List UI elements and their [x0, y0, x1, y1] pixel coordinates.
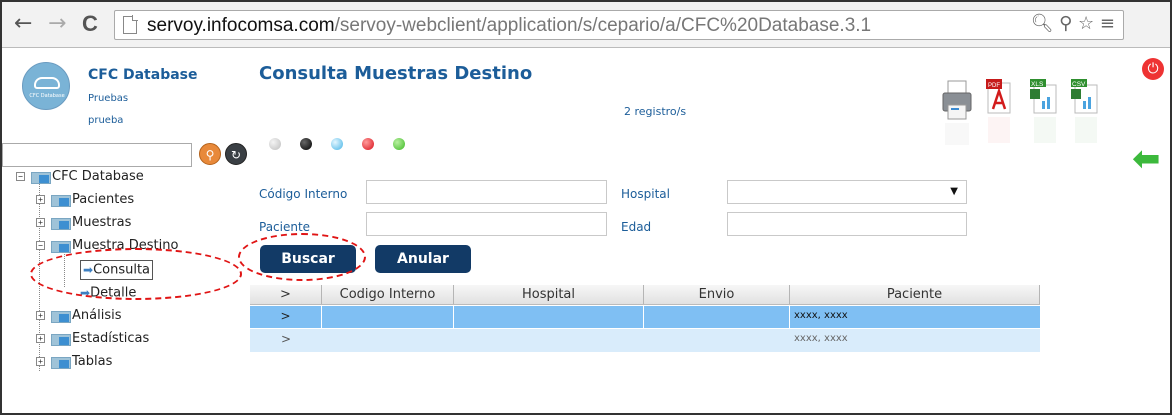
edad-input[interactable]: [727, 212, 967, 236]
cancel-button[interactable]: Anular: [375, 245, 471, 273]
page-title: Consulta Muestras Destino: [259, 63, 533, 84]
hospital-select[interactable]: ▼: [727, 180, 967, 204]
table-row[interactable]: > xxxx, xxxx: [250, 329, 1040, 352]
row-selector[interactable]: >: [250, 329, 322, 352]
dropdown-arrow-icon: ▼: [950, 186, 958, 197]
tree-item-label: Muestras: [72, 215, 132, 230]
sidebar-search-input[interactable]: [2, 143, 192, 167]
green-dot-icon[interactable]: [393, 138, 405, 150]
xls-label: XLS: [1031, 81, 1044, 88]
paciente-input[interactable]: [366, 212, 607, 236]
tree-item-analisis[interactable]: + Análisis: [36, 306, 121, 326]
refresh-button[interactable]: ↻: [225, 143, 247, 165]
xls-icon[interactable]: XLS: [1028, 77, 1060, 149]
omnibox-icons[interactable]: 🔍︎ ⚲ ☆ ≡: [1031, 13, 1115, 34]
logo-text: CFC Database: [29, 93, 65, 99]
codigo-interno-label: Código Interno: [259, 187, 348, 201]
search-icon: ⚲: [205, 148, 215, 162]
record-count: 2 registro/s: [624, 105, 687, 118]
tree-item-label: Tablas: [72, 354, 113, 369]
app-title: CFC Database: [88, 67, 198, 83]
annotation-ellipse-buscar: [238, 233, 366, 281]
app-subtitle-2: prueba: [88, 115, 124, 126]
edad-label: Edad: [621, 220, 652, 234]
column-header-envio[interactable]: Envio: [644, 285, 790, 304]
blue-dot-icon[interactable]: [331, 138, 343, 150]
table-row[interactable]: > xxxx, xxxx: [250, 306, 1040, 328]
tree-item-pacientes[interactable]: + Pacientes: [36, 190, 134, 210]
page-icon: [123, 15, 138, 34]
cell-codigo: [322, 306, 454, 328]
collapse-icon[interactable]: −: [36, 241, 45, 250]
power-icon[interactable]: ⏻: [1142, 58, 1164, 80]
paciente-label: Paciente: [259, 220, 311, 234]
expand-icon[interactable]: +: [36, 311, 45, 320]
svg-text:PDF: PDF: [988, 83, 1000, 89]
expand-icon[interactable]: +: [36, 357, 45, 366]
hospital-label: Hospital: [621, 187, 670, 201]
cell-paciente: xxxx, xxxx: [794, 310, 848, 321]
csv-icon[interactable]: CSV: [1069, 77, 1101, 149]
row-selector[interactable]: >: [250, 306, 322, 328]
refresh-icon: ↻: [230, 148, 242, 162]
cell-hospital: [454, 306, 644, 328]
url-host: servoy.infocomsa.com: [147, 15, 335, 36]
folder-icon: [51, 333, 71, 346]
back-arrow-icon[interactable]: ←: [14, 10, 32, 38]
sidebar: CFC Database CFC Database Pruebas prueba…: [2, 49, 247, 413]
tree-item-muestras[interactable]: + Muestras: [36, 213, 131, 233]
browser-toolbar: ← → C servoy.infocomsa.com/servoy-webcli…: [2, 2, 1170, 48]
cell-envio: [644, 306, 790, 328]
column-header-select[interactable]: >: [250, 285, 322, 304]
gray-dot-icon[interactable]: [269, 138, 281, 150]
address-bar[interactable]: servoy.infocomsa.com/servoy-webclient/ap…: [114, 10, 1124, 40]
cell-hospital: [454, 329, 644, 352]
red-dot-icon[interactable]: [362, 138, 374, 150]
collapse-icon[interactable]: −: [16, 172, 25, 181]
back-arrow-green-icon[interactable]: ⬅: [1132, 142, 1161, 176]
search-button[interactable]: ⚲: [199, 143, 221, 165]
url-path: /servoy-webclient/application/s/cepario/…: [334, 15, 872, 36]
tree-item-label: Estadísticas: [72, 331, 150, 346]
expand-icon[interactable]: +: [36, 218, 45, 227]
cell-envio: [644, 329, 790, 352]
tree-item-root[interactable]: − CFC Database: [16, 167, 144, 187]
expand-icon[interactable]: +: [36, 334, 45, 343]
folder-icon: [51, 194, 71, 207]
expand-icon[interactable]: +: [36, 195, 45, 204]
column-header-hospital[interactable]: Hospital: [454, 285, 644, 304]
folder-icon: [31, 171, 51, 184]
annotation-ellipse-consulta: [30, 248, 242, 300]
black-dot-icon[interactable]: [300, 138, 312, 150]
tree-item-label: CFC Database: [52, 169, 144, 184]
folder-icon: [51, 356, 71, 369]
cell-paciente: xxxx, xxxx: [794, 333, 848, 344]
app-subtitle-1: Pruebas: [88, 93, 129, 104]
main-content: Consulta Muestras Destino 2 registro/s P…: [247, 49, 1170, 413]
browser-window: ← → C servoy.infocomsa.com/servoy-webcli…: [0, 0, 1172, 415]
folder-icon: [51, 240, 71, 253]
url-text[interactable]: servoy.infocomsa.com/servoy-webclient/ap…: [147, 15, 871, 37]
table-header: > Codigo Interno Hospital Envio Paciente: [250, 285, 1040, 305]
tree-item-tablas[interactable]: + Tablas: [36, 352, 112, 372]
folder-icon: [51, 310, 71, 323]
reload-icon[interactable]: C: [82, 10, 98, 38]
tree-item-label: Análisis: [72, 308, 122, 323]
cell-codigo: [322, 329, 454, 352]
tree-item-estadisticas[interactable]: + Estadísticas: [36, 329, 149, 349]
tree-item-label: Pacientes: [72, 192, 135, 207]
folder-icon: [51, 217, 71, 230]
csv-label: CSV: [1072, 81, 1086, 88]
forward-arrow-icon[interactable]: →: [48, 10, 66, 38]
column-header-paciente[interactable]: Paciente: [790, 285, 1040, 304]
app-logo: CFC Database: [22, 62, 70, 110]
column-header-codigo[interactable]: Codigo Interno: [322, 285, 454, 304]
codigo-interno-input[interactable]: [366, 180, 607, 204]
pdf-icon[interactable]: PDF: [984, 77, 1016, 149]
print-icon[interactable]: [941, 77, 973, 149]
cloud-icon: [34, 77, 60, 89]
